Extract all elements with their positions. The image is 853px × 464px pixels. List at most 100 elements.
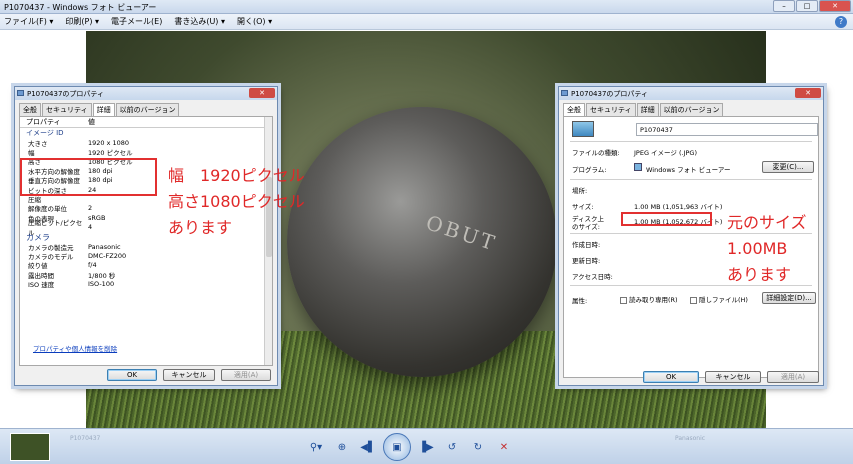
checkbox-box[interactable] [690, 296, 697, 304]
size-value: 1.00 MB (1,051,963 バイト) [634, 203, 723, 211]
minimize-button[interactable]: – [773, 0, 795, 12]
tab-security[interactable]: セキュリティ [42, 103, 92, 116]
fit-icon[interactable]: ⊕ [331, 437, 353, 457]
bottom-toolbar: P1070437 Panasonic ⚲▾ ⊕ ◀▌ ▣ ▐▶ ↺ ↻ ✕ [0, 428, 853, 464]
help-icon[interactable]: ? [835, 16, 847, 28]
property-row[interactable]: カメラの製造元 Panasonic [20, 242, 272, 252]
filename-field[interactable]: P1070437 [636, 123, 818, 136]
annotation-line: 元のサイズ [727, 213, 807, 232]
ok-button[interactable]: OK [107, 369, 157, 381]
annotation-line: あります [727, 265, 792, 284]
annotation-line: あります [168, 218, 233, 237]
property-row[interactable]: ISO 速度 ISO-100 [20, 279, 272, 290]
tab-general[interactable]: 全般 [19, 103, 41, 116]
property-row[interactable]: 絞り値 f/4 [20, 261, 272, 270]
property-value: 4 [88, 223, 93, 232]
dialog-close-button[interactable]: ✕ [795, 88, 821, 98]
photo-petanque-ball [287, 107, 557, 377]
menu-bar: ファイル(F) ▾ 印刷(P) ▾ 電子メール(E) 書き込み(U) ▾ 開く(… [0, 14, 853, 30]
jpeg-file-icon [572, 121, 594, 137]
dialog-title: P1070437のプロパティ [571, 90, 648, 98]
accessed-label: アクセス日時: [572, 273, 613, 281]
tab-previous-versions[interactable]: 以前のバージョン [659, 103, 724, 116]
divider [570, 141, 812, 142]
change-button[interactable]: 変更(C)... [762, 161, 814, 173]
property-row[interactable]: 露出時間 1/800 秒 [20, 270, 272, 280]
file-type-label: ファイルの種類: [572, 149, 620, 157]
tab-details[interactable]: 詳細 [92, 103, 115, 116]
next-icon[interactable]: ▐▶ [415, 437, 437, 457]
ok-button[interactable]: OK [643, 371, 699, 383]
cancel-button[interactable]: キャンセル [705, 371, 761, 383]
property-section-heading: イメージ ID [26, 129, 64, 137]
menu-file[interactable]: ファイル(F) ▾ [4, 16, 53, 27]
property-row[interactable]: カメラのモデル DMC-FZ200 [20, 251, 272, 261]
readonly-checkbox[interactable]: 読み取り専用(R) [620, 294, 678, 304]
created-label: 作成日時: [572, 241, 601, 249]
window-controls: – □ ✕ [772, 0, 851, 12]
rotate-right-icon[interactable]: ↻ [467, 437, 489, 457]
rotate-left-icon[interactable]: ↺ [441, 437, 463, 457]
picture-icon [17, 90, 24, 96]
previous-icon[interactable]: ◀▌ [357, 437, 379, 457]
tab-general[interactable]: 全般 [563, 103, 585, 116]
program-value: Windows フォト ビューアー [646, 166, 731, 174]
readonly-label: 読み取り専用(R) [629, 296, 678, 304]
property-list-header: プロパティ 値 [20, 117, 272, 128]
column-value[interactable]: 値 [82, 117, 95, 127]
annotation-dimensions: 幅 1920ピクセル 高さ1080ピクセル あります [168, 163, 305, 241]
dialog-title-bar: P1070437のプロパティ ✕ [15, 87, 277, 100]
menu-burn[interactable]: 書き込み(U) ▾ [174, 16, 225, 27]
cancel-button[interactable]: キャンセル [163, 369, 215, 381]
location-label: 場所: [572, 187, 588, 195]
property-value: ISO-100 [88, 280, 115, 289]
remove-properties-link[interactable]: プロパティや個人情報を削除 [33, 343, 117, 353]
highlight-box-dimensions [20, 158, 157, 196]
property-value: Panasonic [88, 242, 121, 251]
slideshow-icon[interactable]: ▣ [383, 433, 411, 461]
apply-button[interactable]: 適用(A) [767, 371, 819, 383]
photo-viewer-icon [634, 163, 642, 171]
menu-print[interactable]: 印刷(P) ▾ [65, 16, 99, 27]
tab-details[interactable]: 詳細 [636, 103, 659, 116]
hidden-label: 隠しファイル(H) [699, 296, 748, 304]
dialog-close-button[interactable]: ✕ [249, 88, 275, 98]
annotation-line: 高さ1080ピクセル [168, 192, 305, 211]
apply-button[interactable]: 適用(A) [221, 369, 271, 381]
menu-email[interactable]: 電子メール(E) [111, 16, 162, 27]
annotation-line: 1.00MB [727, 239, 788, 258]
size-label: サイズ: [572, 203, 594, 211]
checkbox-box[interactable] [620, 296, 627, 304]
column-property[interactable]: プロパティ [20, 117, 82, 127]
scrollbar[interactable] [264, 117, 272, 365]
file-type-value: JPEG イメージ (.JPG) [634, 149, 697, 157]
annotation-size: 元のサイズ 1.00MB あります [727, 210, 837, 288]
delete-icon[interactable]: ✕ [493, 437, 515, 457]
close-button[interactable]: ✕ [819, 0, 851, 12]
property-row[interactable]: 幅 1920 ピクセル [20, 147, 272, 157]
dialog-title: P1070437のプロパティ [27, 90, 104, 98]
details-panel: プロパティ 値 イメージ ID 大きさ 1920 x 1080 幅 1920 ピクセル高… [19, 116, 273, 366]
property-value: DMC-FZ200 [88, 251, 127, 260]
navigation-controls: ⚲▾ ⊕ ◀▌ ▣ ▐▶ ↺ ↻ ✕ [305, 433, 565, 461]
modified-label: 更新日時: [572, 257, 601, 265]
menu-open[interactable]: 開く(O) ▾ [237, 16, 272, 27]
property-value: f/4 [88, 261, 97, 270]
property-row[interactable]: 大きさ 1920 x 1080 [20, 138, 272, 148]
property-value: 2 [88, 204, 93, 213]
hidden-checkbox[interactable]: 隠しファイル(H) [690, 294, 748, 304]
divider [570, 179, 812, 180]
property-value: 1/800 秒 [88, 271, 116, 280]
property-value: sRGB [88, 213, 106, 222]
advanced-button[interactable]: 詳細設定(D)... [762, 292, 816, 304]
annotation-line: 幅 1920ピクセル [168, 166, 305, 185]
program-label: プログラム: [572, 166, 607, 174]
property-name: ISO 速度 [28, 281, 55, 290]
property-value: 1920 x 1080 [88, 138, 130, 147]
picture-icon [561, 90, 568, 96]
faint-info-text: P1070437 [70, 435, 101, 442]
tab-security[interactable]: セキュリティ [586, 103, 636, 116]
maximize-button[interactable]: □ [796, 0, 818, 12]
tab-previous-versions[interactable]: 以前のバージョン [115, 103, 180, 116]
zoom-icon[interactable]: ⚲▾ [305, 437, 327, 457]
